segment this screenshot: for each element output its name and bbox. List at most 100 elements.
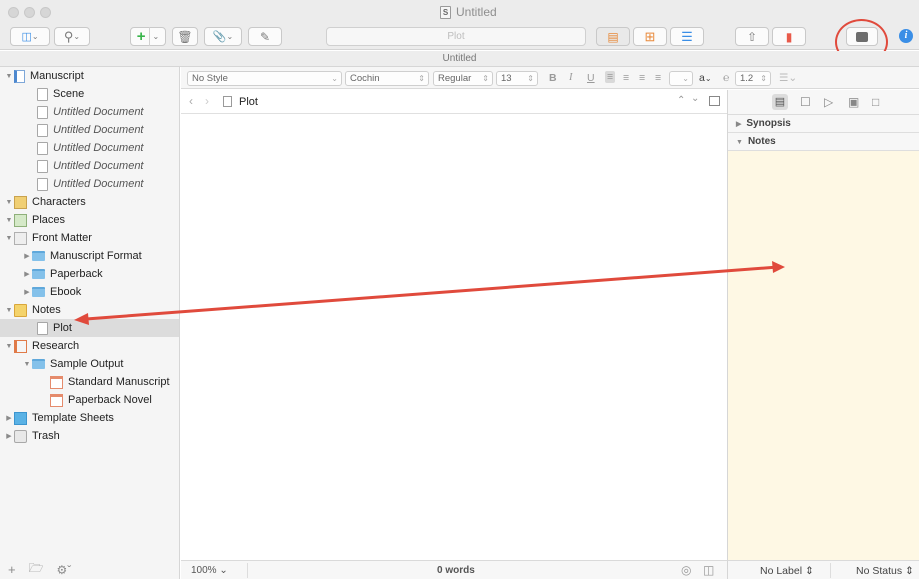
add-icon[interactable]: + <box>8 562 16 577</box>
binder-footer: + 🗁 ⚙ˇ <box>0 560 180 579</box>
font-weight-select[interactable]: Regular ⇕ <box>433 71 493 86</box>
binder-view-icon: ◫ <box>21 31 32 43</box>
close-window-button[interactable] <box>8 7 19 18</box>
disclosure-open-icon[interactable]: ▼ <box>4 217 14 224</box>
compose-button[interactable]: ✎ <box>248 27 282 46</box>
notes-section-header[interactable]: ▼ Notes <box>728 134 919 151</box>
list-format-icon[interactable]: ☰⌄ <box>779 72 797 84</box>
binder-item-manuscript[interactable]: ▼ Manuscript <box>0 67 179 85</box>
binder-item-scene[interactable]: Scene <box>0 85 179 103</box>
next-document-icon[interactable]: ⌄ <box>691 93 699 104</box>
gear-icon[interactable]: ⚙ˇ <box>56 563 71 577</box>
binder-item-paperback-novel[interactable]: Paperback Novel <box>0 391 179 409</box>
disclosure-open-icon[interactable]: ▼ <box>4 343 14 350</box>
binder-item-paperback[interactable]: ▶ Paperback <box>0 265 179 283</box>
updown-arrows-icon: ⇕ <box>527 74 534 83</box>
binder-item-notes[interactable]: ▼ Notes <box>0 301 179 319</box>
metadata-tab-icon[interactable]: ▷ <box>824 95 833 109</box>
align-left-button[interactable]: ≡ <box>605 71 616 83</box>
binder-item-untitled-4[interactable]: Untitled Document <box>0 157 179 175</box>
disclosure-closed-icon[interactable]: ▶ <box>22 270 32 278</box>
binder-item-standard-manuscript[interactable]: Standard Manuscript <box>0 373 179 391</box>
disclosure-closed-icon[interactable]: ▶ <box>4 432 14 440</box>
pdf-document-icon <box>50 393 63 407</box>
target-icon[interactable]: ◎ <box>681 563 691 577</box>
disclosure-open-icon[interactable]: ▼ <box>4 199 14 206</box>
binder-item-characters[interactable]: ▼ Characters <box>0 193 179 211</box>
binder-item-untitled-2[interactable]: Untitled Document <box>0 121 179 139</box>
chevron-down-icon: ⌄ <box>73 32 81 41</box>
justify-button[interactable]: ≡ <box>655 72 661 84</box>
disclosure-closed-icon[interactable]: ▶ <box>22 252 32 260</box>
binder-item-label: Untitled Document <box>53 178 144 190</box>
disclosure-open-icon[interactable]: ▼ <box>22 361 32 368</box>
binder-item-template-sheets[interactable]: ▶ Template Sheets <box>0 409 179 427</box>
attachment-button[interactable]: 📎 ⌄ <box>204 27 242 46</box>
binder-item-plot[interactable]: Plot <box>0 319 179 337</box>
comments-tab-icon[interactable]: □ <box>872 95 879 109</box>
new-folder-icon[interactable]: 🗁 <box>29 559 44 579</box>
search-field[interactable]: Plot <box>326 27 586 46</box>
disclosure-open-icon[interactable]: ▼ <box>4 235 14 242</box>
quick-search-button[interactable]: ⚲ ⌄ <box>54 27 90 46</box>
label-select[interactable]: No Label ⇕ <box>760 565 814 577</box>
binder-item-label: Front Matter <box>32 232 92 244</box>
align-right-button[interactable]: ≡ <box>639 72 645 84</box>
search-icon: ⚲ <box>63 28 74 44</box>
disclosure-closed-icon[interactable]: ▶ <box>22 288 32 296</box>
notes-tab-icon[interactable]: ▤ <box>772 94 788 110</box>
snapshots-tab-icon[interactable]: ▣ <box>848 95 859 109</box>
binder-item-trash[interactable]: ▶ Trash <box>0 427 179 445</box>
split-editor-icon[interactable] <box>709 96 720 106</box>
binder-item-places[interactable]: ▼ Places <box>0 211 179 229</box>
binder-item-ebook[interactable]: ▶ Ebook <box>0 283 179 301</box>
notes-text-area[interactable] <box>728 151 919 560</box>
minimize-window-button[interactable] <box>24 7 35 18</box>
plus-icon: + <box>136 28 146 45</box>
bold-button[interactable]: B <box>549 72 557 84</box>
binder-item-untitled-5[interactable]: Untitled Document <box>0 175 179 193</box>
highlight-color-select[interactable]: ⌄ <box>669 71 693 86</box>
delete-button[interactable]: 🗑 <box>172 27 198 46</box>
outline-icon: ☰ <box>681 28 693 44</box>
zoom-window-button[interactable] <box>40 7 51 18</box>
font-size-select[interactable]: 13 ⇕ <box>496 71 538 86</box>
binder-item-untitled-3[interactable]: Untitled Document <box>0 139 179 157</box>
editor-text-area[interactable] <box>181 115 727 560</box>
editor-footer: 100% ⌄ 0 words ◎ ◫ <box>181 560 727 579</box>
outline-view-button[interactable]: ☰ <box>670 27 704 46</box>
disclosure-open-icon[interactable]: ▼ <box>4 307 14 314</box>
binder-item-untitled-1[interactable]: Untitled Document <box>0 103 179 121</box>
binder-item-research[interactable]: ▼ Research <box>0 337 179 355</box>
corkboard-view-button[interactable]: ⊞ <box>633 27 667 46</box>
text-color-button[interactable]: a⌄ <box>699 72 712 84</box>
bookmarks-tab-icon[interactable]: ☐ <box>800 95 811 109</box>
line-spacing-select[interactable]: 1.2 ⇕ <box>735 71 771 86</box>
synopsis-section-header[interactable]: ▶ Synopsis <box>728 116 919 133</box>
status-select[interactable]: No Status ⇕ <box>856 565 914 577</box>
inspector-toggle-info-icon[interactable]: i <box>899 29 913 43</box>
paragraph-style-select[interactable]: No Style ⌄ <box>187 71 342 86</box>
underline-button[interactable]: U <box>587 72 595 84</box>
font-family-select[interactable]: Cochin ⇕ <box>345 71 429 86</box>
binder-item-manuscript-format[interactable]: ▶ Manuscript Format <box>0 247 179 265</box>
inspector-footer: No Label ⇕ No Status ⇕ <box>727 560 919 579</box>
bookmark-button[interactable]: ▮ <box>772 27 806 46</box>
forward-arrow-icon[interactable]: › <box>205 94 209 108</box>
align-center-button[interactable]: ≡ <box>623 72 629 84</box>
share-button[interactable]: ⇧ <box>735 27 769 46</box>
divider <box>148 27 150 46</box>
disclosure-closed-icon[interactable]: ▶ <box>4 414 14 422</box>
view-mode-button[interactable]: ◫ ⌄ <box>10 27 50 46</box>
zoom-select[interactable]: 100% ⌄ <box>191 565 228 576</box>
binder-item-front-matter[interactable]: ▼ Front Matter <box>0 229 179 247</box>
inspector-tabs: ▤ ☐ ▷ ▣ □ <box>728 90 919 115</box>
italic-button[interactable]: I <box>569 72 573 83</box>
binder-item-sample-output[interactable]: ▼ Sample Output <box>0 355 179 373</box>
previous-document-icon[interactable]: ⌃ <box>677 95 685 106</box>
back-arrow-icon[interactable]: ‹ <box>189 94 193 108</box>
bookmark-add-icon[interactable]: ◫ <box>703 563 714 577</box>
disclosure-open-icon[interactable]: ▼ <box>4 73 14 80</box>
editor-view-button[interactable]: ▤ <box>596 27 630 46</box>
add-item-button[interactable]: + ⌄ <box>130 27 166 46</box>
